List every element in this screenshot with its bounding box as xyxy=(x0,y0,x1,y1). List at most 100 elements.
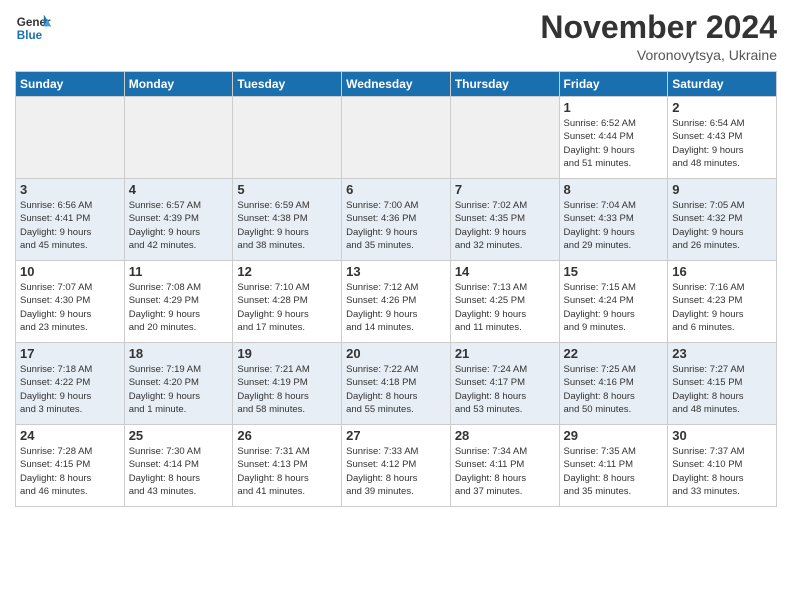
col-thursday: Thursday xyxy=(450,72,559,97)
day-detail: Sunrise: 7:33 AM Sunset: 4:12 PM Dayligh… xyxy=(346,445,446,498)
day-detail: Sunrise: 7:00 AM Sunset: 4:36 PM Dayligh… xyxy=(346,199,446,252)
day-number: 1 xyxy=(564,100,664,115)
day-number: 21 xyxy=(455,346,555,361)
day-number: 7 xyxy=(455,182,555,197)
day-number: 28 xyxy=(455,428,555,443)
table-row: 7 Sunrise: 7:02 AM Sunset: 4:35 PM Daylig… xyxy=(450,179,559,261)
day-detail: Sunrise: 7:05 AM Sunset: 4:32 PM Dayligh… xyxy=(672,199,772,252)
table-row: 11Sunrise: 7:08 AM Sunset: 4:29 PM Dayli… xyxy=(124,261,233,343)
calendar-week-row: 1 Sunrise: 6:52 AM Sunset: 4:44 PM Daylig… xyxy=(16,97,777,179)
table-row xyxy=(16,97,125,179)
table-row: 8Sunrise: 7:04 AM Sunset: 4:33 PM Daylig… xyxy=(559,179,668,261)
day-detail: Sunrise: 7:21 AM Sunset: 4:19 PM Dayligh… xyxy=(237,363,337,416)
table-row: 5 Sunrise: 6:59 AM Sunset: 4:38 PM Daylig… xyxy=(233,179,342,261)
table-row: 20 Sunrise: 7:22 AM Sunset: 4:18 PM Dayli… xyxy=(342,343,451,425)
day-detail: Sunrise: 7:02 AM Sunset: 4:35 PM Dayligh… xyxy=(455,199,555,252)
col-friday: Friday xyxy=(559,72,668,97)
header: General Blue November 2024 Voronovytsya,… xyxy=(15,10,777,63)
day-number: 26 xyxy=(237,428,337,443)
day-number: 25 xyxy=(129,428,229,443)
day-number: 14 xyxy=(455,264,555,279)
table-row: 19Sunrise: 7:21 AM Sunset: 4:19 PM Dayli… xyxy=(233,343,342,425)
table-row: 16Sunrise: 7:16 AM Sunset: 4:23 PM Dayli… xyxy=(668,261,777,343)
day-detail: Sunrise: 6:57 AM Sunset: 4:39 PM Dayligh… xyxy=(129,199,229,252)
day-number: 23 xyxy=(672,346,772,361)
page-container: General Blue November 2024 Voronovytsya,… xyxy=(0,0,792,517)
day-number: 27 xyxy=(346,428,446,443)
day-detail: Sunrise: 7:22 AM Sunset: 4:18 PM Dayligh… xyxy=(346,363,446,416)
table-row: 15 Sunrise: 7:15 AM Sunset: 4:24 PM Dayli… xyxy=(559,261,668,343)
month-title: November 2024 xyxy=(540,10,777,45)
table-row xyxy=(124,97,233,179)
svg-text:Blue: Blue xyxy=(17,29,43,42)
day-detail: Sunrise: 6:59 AM Sunset: 4:38 PM Dayligh… xyxy=(237,199,337,252)
table-row: 28Sunrise: 7:34 AM Sunset: 4:11 PM Dayli… xyxy=(450,425,559,507)
col-wednesday: Wednesday xyxy=(342,72,451,97)
day-detail: Sunrise: 7:24 AM Sunset: 4:17 PM Dayligh… xyxy=(455,363,555,416)
day-number: 17 xyxy=(20,346,120,361)
day-detail: Sunrise: 7:13 AM Sunset: 4:25 PM Dayligh… xyxy=(455,281,555,334)
table-row: 29 Sunrise: 7:35 AM Sunset: 4:11 PM Dayli… xyxy=(559,425,668,507)
table-row: 25 Sunrise: 7:30 AM Sunset: 4:14 PM Dayli… xyxy=(124,425,233,507)
table-row: 13 Sunrise: 7:12 AM Sunset: 4:26 PM Dayli… xyxy=(342,261,451,343)
day-detail: Sunrise: 7:27 AM Sunset: 4:15 PM Dayligh… xyxy=(672,363,772,416)
day-number: 22 xyxy=(564,346,664,361)
day-detail: Sunrise: 6:52 AM Sunset: 4:44 PM Dayligh… xyxy=(564,117,664,170)
day-number: 6 xyxy=(346,182,446,197)
day-number: 13 xyxy=(346,264,446,279)
table-row: 12 Sunrise: 7:10 AM Sunset: 4:28 PM Dayli… xyxy=(233,261,342,343)
table-row xyxy=(233,97,342,179)
day-number: 16 xyxy=(672,264,772,279)
table-row: 3Sunrise: 6:56 AM Sunset: 4:41 PM Daylig… xyxy=(16,179,125,261)
table-row: 24 Sunrise: 7:28 AM Sunset: 4:15 PM Dayli… xyxy=(16,425,125,507)
col-tuesday: Tuesday xyxy=(233,72,342,97)
logo-icon: General Blue xyxy=(15,10,51,46)
day-detail: Sunrise: 7:04 AM Sunset: 4:33 PM Dayligh… xyxy=(564,199,664,252)
col-monday: Monday xyxy=(124,72,233,97)
day-detail: Sunrise: 7:10 AM Sunset: 4:28 PM Dayligh… xyxy=(237,281,337,334)
day-detail: Sunrise: 7:31 AM Sunset: 4:13 PM Dayligh… xyxy=(237,445,337,498)
calendar-week-row: 10Sunrise: 7:07 AM Sunset: 4:30 PM Dayli… xyxy=(16,261,777,343)
day-detail: Sunrise: 7:07 AM Sunset: 4:30 PM Dayligh… xyxy=(20,281,120,334)
calendar-table: Sunday Monday Tuesday Wednesday Thursday… xyxy=(15,71,777,507)
day-detail: Sunrise: 7:12 AM Sunset: 4:26 PM Dayligh… xyxy=(346,281,446,334)
day-number: 15 xyxy=(564,264,664,279)
calendar-week-row: 24 Sunrise: 7:28 AM Sunset: 4:15 PM Dayli… xyxy=(16,425,777,507)
table-row: 2 Sunrise: 6:54 AM Sunset: 4:43 PM Daylig… xyxy=(668,97,777,179)
day-number: 24 xyxy=(20,428,120,443)
table-row: 21 Sunrise: 7:24 AM Sunset: 4:17 PM Dayli… xyxy=(450,343,559,425)
table-row: 23 Sunrise: 7:27 AM Sunset: 4:15 PM Dayli… xyxy=(668,343,777,425)
day-number: 30 xyxy=(672,428,772,443)
day-detail: Sunrise: 7:30 AM Sunset: 4:14 PM Dayligh… xyxy=(129,445,229,498)
table-row: 10Sunrise: 7:07 AM Sunset: 4:30 PM Dayli… xyxy=(16,261,125,343)
day-number: 2 xyxy=(672,100,772,115)
calendar-week-row: 17 Sunrise: 7:18 AM Sunset: 4:22 PM Dayli… xyxy=(16,343,777,425)
day-number: 4 xyxy=(129,182,229,197)
table-row: 1 Sunrise: 6:52 AM Sunset: 4:44 PM Daylig… xyxy=(559,97,668,179)
table-row xyxy=(342,97,451,179)
day-detail: Sunrise: 7:35 AM Sunset: 4:11 PM Dayligh… xyxy=(564,445,664,498)
table-row: 6 Sunrise: 7:00 AM Sunset: 4:36 PM Daylig… xyxy=(342,179,451,261)
col-saturday: Saturday xyxy=(668,72,777,97)
day-detail: Sunrise: 6:54 AM Sunset: 4:43 PM Dayligh… xyxy=(672,117,772,170)
table-row: 9 Sunrise: 7:05 AM Sunset: 4:32 PM Daylig… xyxy=(668,179,777,261)
calendar-header-row: Sunday Monday Tuesday Wednesday Thursday… xyxy=(16,72,777,97)
calendar-body: 1 Sunrise: 6:52 AM Sunset: 4:44 PM Daylig… xyxy=(16,97,777,507)
table-row: 18Sunrise: 7:19 AM Sunset: 4:20 PM Dayli… xyxy=(124,343,233,425)
day-detail: Sunrise: 6:56 AM Sunset: 4:41 PM Dayligh… xyxy=(20,199,120,252)
day-number: 20 xyxy=(346,346,446,361)
day-number: 5 xyxy=(237,182,337,197)
day-number: 29 xyxy=(564,428,664,443)
day-number: 9 xyxy=(672,182,772,197)
title-block: November 2024 Voronovytsya, Ukraine xyxy=(540,10,777,63)
table-row: 14 Sunrise: 7:13 AM Sunset: 4:25 PM Dayli… xyxy=(450,261,559,343)
day-number: 12 xyxy=(237,264,337,279)
logo: General Blue xyxy=(15,10,51,46)
calendar-week-row: 3Sunrise: 6:56 AM Sunset: 4:41 PM Daylig… xyxy=(16,179,777,261)
table-row: 17 Sunrise: 7:18 AM Sunset: 4:22 PM Dayli… xyxy=(16,343,125,425)
day-detail: Sunrise: 7:08 AM Sunset: 4:29 PM Dayligh… xyxy=(129,281,229,334)
day-detail: Sunrise: 7:28 AM Sunset: 4:15 PM Dayligh… xyxy=(20,445,120,498)
day-detail: Sunrise: 7:15 AM Sunset: 4:24 PM Dayligh… xyxy=(564,281,664,334)
day-detail: Sunrise: 7:18 AM Sunset: 4:22 PM Dayligh… xyxy=(20,363,120,416)
table-row: 27 Sunrise: 7:33 AM Sunset: 4:12 PM Dayli… xyxy=(342,425,451,507)
